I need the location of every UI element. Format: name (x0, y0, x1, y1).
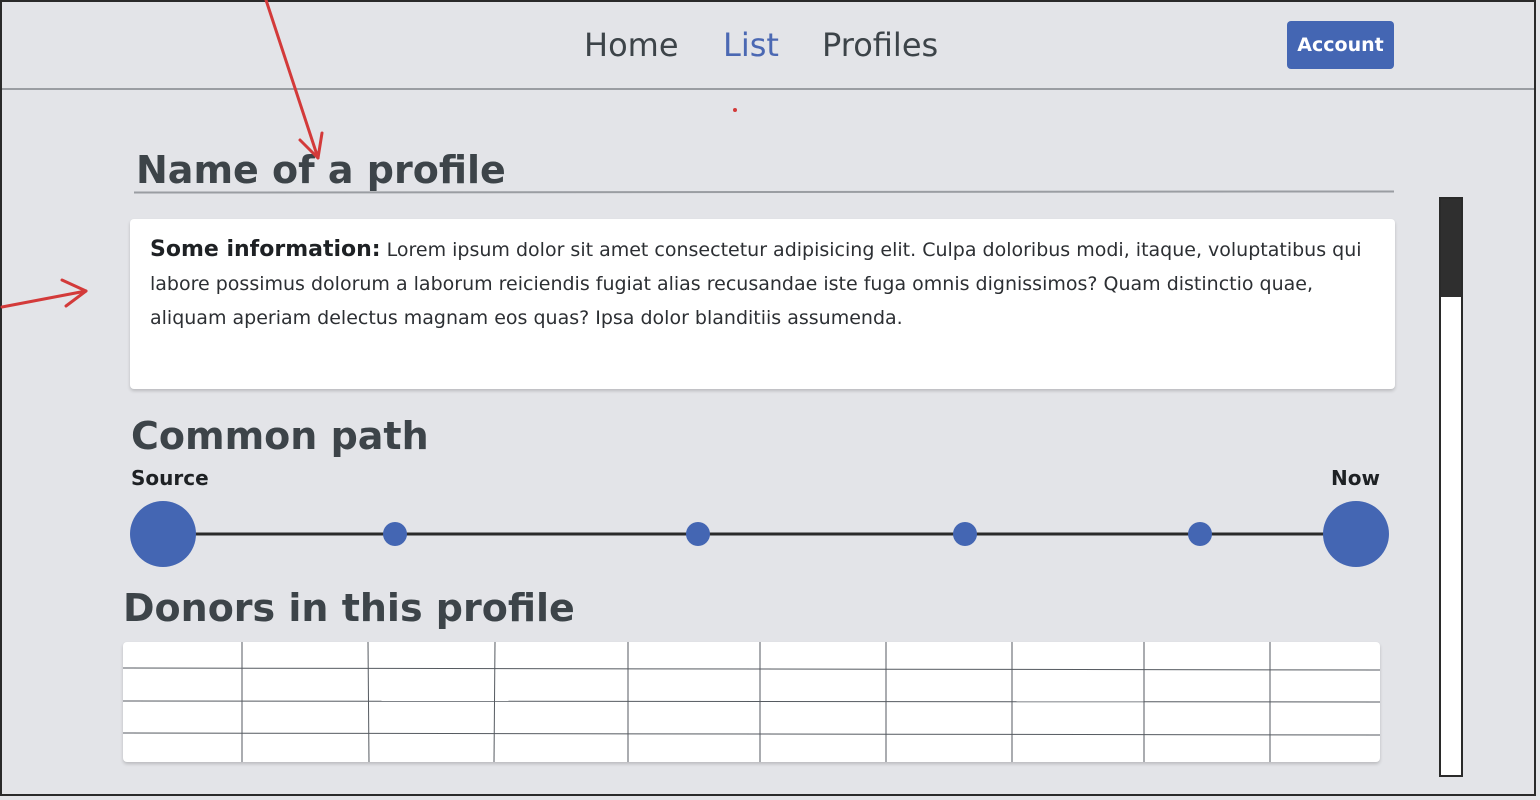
nav-home-link[interactable]: Home (584, 26, 679, 64)
nav-profiles-link[interactable]: Profiles (822, 26, 938, 64)
title-divider (133, 190, 1395, 194)
timeline-node[interactable] (953, 522, 977, 546)
timeline-node[interactable] (1188, 522, 1212, 546)
donors-table (123, 642, 1380, 762)
account-button[interactable]: Account (1287, 21, 1394, 69)
top-navbar: Home List Profiles Account (2, 2, 1534, 90)
common-path-title: Common path (131, 414, 429, 458)
annotation-arrowhead (60, 278, 88, 308)
timeline-source-node[interactable] (130, 501, 196, 567)
path-source-label: Source (131, 466, 209, 490)
donors-table-grid (123, 642, 1380, 762)
vertical-scrollbar[interactable] (1439, 197, 1463, 777)
path-now-label: Now (1331, 466, 1380, 490)
info-label: Some information: (150, 237, 381, 262)
timeline-node[interactable] (383, 522, 407, 546)
info-card: Some information: Lorem ipsum dolor sit … (130, 219, 1395, 389)
donors-title: Donors in this profile (123, 586, 575, 630)
scrollbar-thumb[interactable] (1441, 199, 1461, 297)
nav-list-link[interactable]: List (723, 26, 779, 64)
annotation-dot (733, 108, 737, 112)
profile-title: Name of a profile (136, 148, 506, 192)
timeline-now-node[interactable] (1323, 501, 1389, 567)
annotation-arrow-right (0, 289, 88, 309)
timeline-node[interactable] (686, 522, 710, 546)
